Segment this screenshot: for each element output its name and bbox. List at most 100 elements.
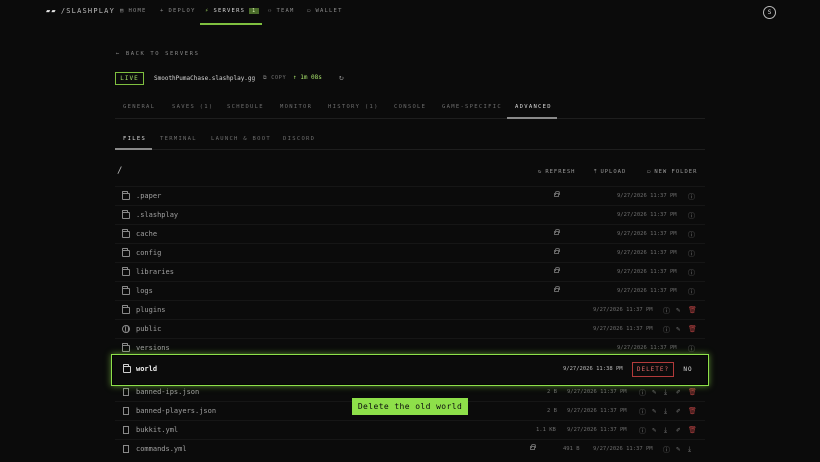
info-icon[interactable]: ⓘ [639,407,646,417]
delete-icon[interactable]: 🗑 [688,407,697,415]
info-icon[interactable]: ⓘ [663,445,670,455]
tab-schedule[interactable]: SCHEDULE [227,104,264,110]
rename-icon[interactable]: ✐ [676,426,680,434]
file-name: world [136,365,158,373]
edit-icon[interactable]: ✎ [652,426,656,434]
info-icon[interactable]: ⓘ [688,287,695,297]
new-folder-button[interactable]: ▭ NEW FOLDER [647,166,697,178]
deploy-icon: + [160,8,165,14]
info-icon[interactable]: ⓘ [639,426,646,436]
subtab-files[interactable]: FILES [123,136,146,142]
current-path: / [117,166,123,176]
table-row[interactable]: commands.yml 491 B 9/27/2026 11:37 PM ⓘ … [115,439,705,458]
file-name: banned-players.json [136,407,217,415]
confirm-delete-button[interactable]: DELETE? [632,362,674,377]
table-row[interactable]: plugins 9/27/2026 11:37 PM ⓘ ✎ 🗑 [115,300,705,319]
file-name: commands.yml [136,445,187,453]
edit-icon[interactable]: ✎ [652,407,656,415]
file-size: 1.1 KB [536,427,556,433]
table-row[interactable]: .paper 9/27/2026 11:37 PM ⓘ [115,186,705,205]
info-icon[interactable]: ⓘ [688,268,695,278]
download-icon[interactable]: ⤓ [664,407,667,416]
back-to-servers-link[interactable]: ← BACK TO SERVERS [116,51,200,57]
edit-icon[interactable]: ✎ [676,325,680,333]
highlighted-row-world[interactable]: world 9/27/2026 11:38 PM DELETE? NO [111,354,709,386]
info-icon[interactable]: ⓘ [688,230,695,240]
delete-icon[interactable]: 🗑 [688,388,697,396]
nav-wallet[interactable]: ▭ WALLET [307,8,343,14]
sub-tabs: FILES TERMINAL LAUNCH & BOOT DISCORD [115,132,705,150]
info-icon[interactable]: ⓘ [688,344,695,354]
nav-deploy[interactable]: + DEPLOY [160,8,196,14]
new-folder-icon: ▭ [647,169,652,175]
subtab-launch-boot[interactable]: LAUNCH & BOOT [211,136,271,142]
edit-icon[interactable]: ✎ [676,306,680,314]
upload-label: UPLOAD [600,169,627,175]
refresh-button[interactable]: ↻ REFRESH [538,166,576,178]
info-icon[interactable]: ⓘ [688,211,695,221]
info-icon[interactable]: ⓘ [688,249,695,259]
table-row[interactable]: public 9/27/2026 11:37 PM ⓘ ✎ 🗑 [115,319,705,338]
tab-monitor[interactable]: MONITOR [280,104,312,110]
app-logo[interactable]: ▰▰/SLASHPLAY [46,7,115,15]
server-hostname: SmoothPumaChase.slashplay.gg [154,75,256,82]
edit-icon[interactable]: ✎ [652,388,656,396]
file-size: 2 B [547,389,557,395]
file-date: 9/27/2026 11:37 PM [617,193,677,199]
tab-advanced[interactable]: ADVANCED [515,104,552,110]
subtab-terminal[interactable]: TERMINAL [160,136,197,142]
subtab-active-indicator [115,148,152,150]
folder-icon [122,210,130,219]
folder-icon [122,267,130,276]
tab-console[interactable]: CONSOLE [394,104,426,110]
upload-button[interactable]: ⤒ UPLOAD [594,166,626,178]
file-date: 9/27/2026 11:37 PM [617,231,677,237]
folder-icon [122,305,130,314]
nav-team[interactable]: ⚇ TEAM [268,8,295,14]
file-date: 9/27/2026 11:37 PM [617,212,677,218]
edit-icon[interactable]: ✎ [676,445,680,453]
info-icon[interactable]: ⓘ [688,192,695,202]
file-date: 9/27/2026 11:37 PM [593,326,653,332]
tab-history[interactable]: HISTORY (1) [328,104,379,110]
file-icon [123,426,129,434]
nav-home[interactable]: ▤ HOME [120,8,147,14]
tab-game-specific[interactable]: GAME-SPECIFIC [442,104,502,110]
table-row[interactable]: .slashplay 9/27/2026 11:37 PM ⓘ [115,205,705,224]
file-date: 9/27/2026 11:37 PM [593,307,653,313]
file-name: logs [136,287,153,295]
user-avatar[interactable]: S [763,6,776,19]
folder-icon [122,286,130,295]
table-row[interactable]: cache 9/27/2026 11:37 PM ⓘ [115,224,705,243]
info-icon[interactable]: ⓘ [639,388,646,398]
delete-icon[interactable]: 🗑 [688,306,697,314]
table-row[interactable]: logs 9/27/2026 11:37 PM ⓘ [115,281,705,300]
lock-icon [554,248,560,254]
table-row[interactable]: libraries 9/27/2026 11:37 PM ⓘ [115,262,705,281]
refresh-icon[interactable]: ↻ [339,73,344,82]
file-name: banned-ips.json [136,388,200,396]
servers-icon: ⚡ [205,8,210,14]
delete-icon[interactable]: 🗑 [688,325,697,333]
tab-saves[interactable]: SAVES (1) [172,104,214,110]
download-icon[interactable]: ⤓ [664,426,667,435]
lock-icon [554,286,560,292]
tab-general[interactable]: GENERAL [123,104,155,110]
download-icon[interactable]: ⤓ [664,388,667,397]
download-icon[interactable]: ⤓ [688,445,691,454]
table-row[interactable]: bukkit.yml 1.1 KB 9/27/2026 11:37 PM ⓘ ✎… [115,420,705,439]
team-icon: ⚇ [268,8,273,14]
rename-icon[interactable]: ✐ [676,388,680,396]
copy-button[interactable]: ⧉ COPY [263,75,286,81]
subtab-discord[interactable]: DISCORD [283,136,315,142]
folder-icon [123,364,131,373]
rename-icon[interactable]: ✐ [676,407,680,415]
info-icon[interactable]: ⓘ [663,325,670,335]
nav-servers[interactable]: ⚡ SERVERS 1 [205,8,260,14]
action-tooltip: Delete the old world [352,398,468,415]
info-icon[interactable]: ⓘ [663,306,670,316]
cancel-delete-button[interactable]: NO [677,362,699,377]
table-row[interactable]: config 9/27/2026 11:37 PM ⓘ [115,243,705,262]
delete-icon[interactable]: 🗑 [688,426,697,434]
nav-wallet-label: WALLET [315,8,343,14]
